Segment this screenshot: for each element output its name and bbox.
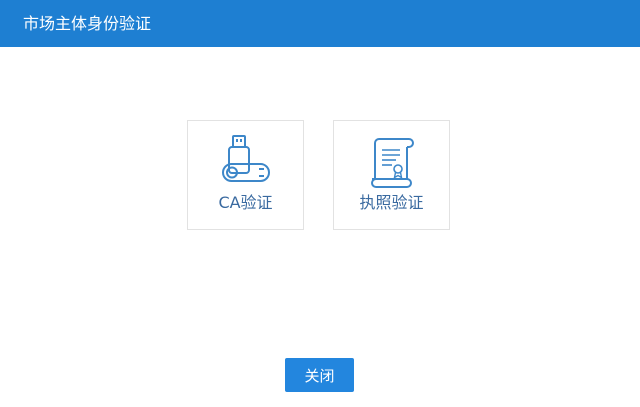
ca-verification-label: CA验证 <box>218 193 273 212</box>
close-button[interactable]: 关闭 <box>285 358 354 392</box>
ca-verification-option[interactable]: CA验证 <box>187 120 304 230</box>
license-verification-option[interactable]: 执照验证 <box>333 120 450 230</box>
usb-key-icon <box>188 133 303 195</box>
license-verification-label: 执照验证 <box>359 193 424 212</box>
license-certificate-icon <box>334 133 449 195</box>
dialog-title: 市场主体身份验证 <box>0 0 640 47</box>
identity-verification-dialog: 市场主体身份验证 CA验证 执照验证 关闭 <box>0 0 640 407</box>
